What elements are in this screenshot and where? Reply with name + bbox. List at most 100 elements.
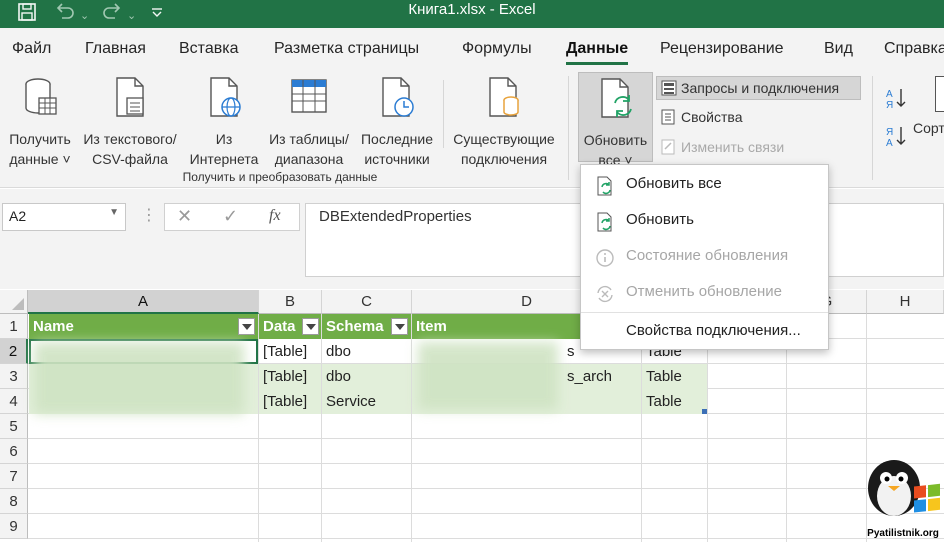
watermark-text: Pyatilistnik.org: [867, 528, 939, 539]
ribbon-separator: [568, 76, 569, 180]
tab-data[interactable]: Данные: [566, 40, 629, 65]
recent-sources-button[interactable]: Последние источники: [356, 76, 438, 169]
table-header-name: Name: [29, 314, 258, 339]
filter-dropdown-icon[interactable]: [302, 318, 319, 335]
row-header-2[interactable]: 2: [0, 339, 28, 364]
tab-insert[interactable]: Вставка: [179, 40, 238, 58]
insert-function-icon[interactable]: fx: [269, 207, 281, 225]
column-header-c[interactable]: C: [322, 290, 412, 314]
tab-page-layout[interactable]: Разметка страницы: [274, 40, 419, 58]
svg-text:Я: Я: [886, 127, 893, 138]
menu-item-refresh[interactable]: Обновить: [581, 202, 828, 238]
row-header-4[interactable]: 4: [0, 389, 28, 414]
cell-c4[interactable]: Service: [322, 389, 411, 414]
from-table-range-button[interactable]: Из таблицы/ диапазона: [262, 76, 356, 169]
row-header-7[interactable]: 7: [0, 464, 28, 489]
from-text-label: Из текстового/: [83, 131, 177, 147]
tab-file[interactable]: Файл: [12, 40, 51, 58]
from-table-label-2: диапазона: [274, 151, 344, 167]
properties-button[interactable]: Свойства: [656, 106, 776, 130]
tab-formulas[interactable]: Формулы: [462, 40, 532, 58]
refresh-all-icon: [579, 77, 652, 124]
ribbon-separator: [443, 80, 444, 148]
cell-e3[interactable]: Table: [642, 364, 707, 389]
cell-b4[interactable]: [Table]: [259, 389, 321, 414]
refresh-all-button[interactable]: Обновить все ˅: [578, 72, 653, 168]
table-icon: [262, 76, 356, 123]
web-globe-icon: [186, 76, 262, 123]
database-table-icon: [4, 76, 76, 123]
queries-icon: [661, 80, 677, 96]
menu-item-refresh-all[interactable]: Обновить все: [581, 166, 828, 202]
row-header-8[interactable]: 8: [0, 489, 28, 514]
enter-check-icon[interactable]: ✓: [223, 206, 238, 227]
get-data-label-2: данные ˅: [9, 151, 71, 167]
recent-label-2: источники: [364, 151, 430, 167]
tab-view[interactable]: Вид: [824, 40, 853, 58]
ribbon-separator: [872, 76, 873, 180]
properties-label: Свойства: [681, 109, 743, 125]
column-header-a[interactable]: A: [28, 290, 259, 314]
row-header-6[interactable]: 6: [0, 439, 28, 464]
existing-connections-button[interactable]: Существующие подключения: [448, 76, 560, 169]
svg-text:A: A: [886, 138, 893, 148]
from-web-button[interactable]: Из Интернета: [186, 76, 262, 169]
ribbon-tabs: Файл Главная Вставка Разметка страницы Ф…: [0, 28, 944, 70]
select-all-corner[interactable]: [0, 290, 28, 314]
existing-connections-icon: [448, 76, 560, 123]
svg-text:A: A: [886, 89, 893, 100]
menu-item-label: Состояние обновления: [626, 247, 789, 264]
get-data-button[interactable]: Получить данные ˅: [4, 76, 76, 169]
cancel-icon[interactable]: ✕: [177, 206, 192, 227]
row-header-1[interactable]: 1: [0, 314, 28, 339]
name-box[interactable]: A2 ▼: [2, 203, 126, 231]
gridline: [28, 438, 944, 439]
tab-help[interactable]: Справка: [884, 40, 944, 58]
text-file-icon: [78, 76, 182, 123]
edit-links-label: Изменить связи: [681, 139, 785, 155]
name-box-dropdown-icon[interactable]: ▼: [109, 207, 119, 218]
cell-e4[interactable]: Table: [642, 389, 707, 414]
menu-item-connection-properties[interactable]: Свойства подключения...: [581, 313, 828, 349]
tab-review[interactable]: Рецензирование: [660, 40, 784, 58]
refresh-all-label: Обновить: [583, 132, 648, 148]
row-header-5[interactable]: 5: [0, 414, 28, 439]
row-header-9[interactable]: 9: [0, 514, 28, 539]
window-title: Книга1.xlsx - Excel: [408, 1, 536, 18]
formula-buttons: ✕ ✓ fx: [164, 203, 300, 231]
name-box-value: A2: [9, 208, 27, 224]
cell-b3[interactable]: [Table]: [259, 364, 321, 389]
recent-clock-icon: [356, 76, 438, 123]
edit-links-icon: [661, 139, 675, 155]
from-web-label-2: Интернета: [189, 151, 259, 167]
cell-b2[interactable]: [Table]: [259, 339, 321, 364]
cell-c2[interactable]: dbo: [322, 339, 411, 364]
get-data-label: Получить: [9, 131, 71, 147]
menu-item-refresh-status[interactable]: Состояние обновления: [581, 238, 828, 274]
sort-za-icon[interactable]: ЯA: [885, 124, 909, 151]
edit-links-button[interactable]: Изменить связи: [656, 136, 806, 160]
column-header-b[interactable]: B: [259, 290, 322, 314]
watermark-logo: Pyatilistnik.org: [862, 458, 944, 542]
sort-az-icon[interactable]: AЯ: [885, 86, 909, 113]
tab-home[interactable]: Главная: [85, 40, 146, 58]
gridline: [28, 538, 944, 539]
gridline: [28, 513, 944, 514]
menu-item-label: Отменить обновление: [626, 283, 782, 300]
filter-dropdown-icon[interactable]: [238, 318, 255, 335]
sort-button[interactable]: Сорт: [913, 120, 944, 136]
menu-item-label: Обновить: [626, 211, 694, 228]
from-text-csv-button[interactable]: Из текстового/ CSV-файла: [78, 76, 182, 169]
cell-c3[interactable]: dbo: [322, 364, 411, 389]
queries-connections-button[interactable]: Запросы и подключения: [656, 76, 861, 100]
column-header-h[interactable]: H: [867, 290, 944, 314]
filter-dropdown-icon[interactable]: [391, 318, 408, 335]
row-header-3[interactable]: 3: [0, 364, 28, 389]
table-resize-handle-icon[interactable]: [702, 409, 707, 414]
queries-label: Запросы и подключения: [681, 80, 840, 96]
properties-icon: [661, 109, 675, 125]
menu-item-cancel-refresh[interactable]: Отменить обновление: [581, 274, 828, 310]
sort-dialog-icon[interactable]: [935, 76, 944, 112]
redacted-area: [418, 342, 558, 410]
group-label-get-transform: Получить и преобразовать данные: [182, 170, 378, 184]
